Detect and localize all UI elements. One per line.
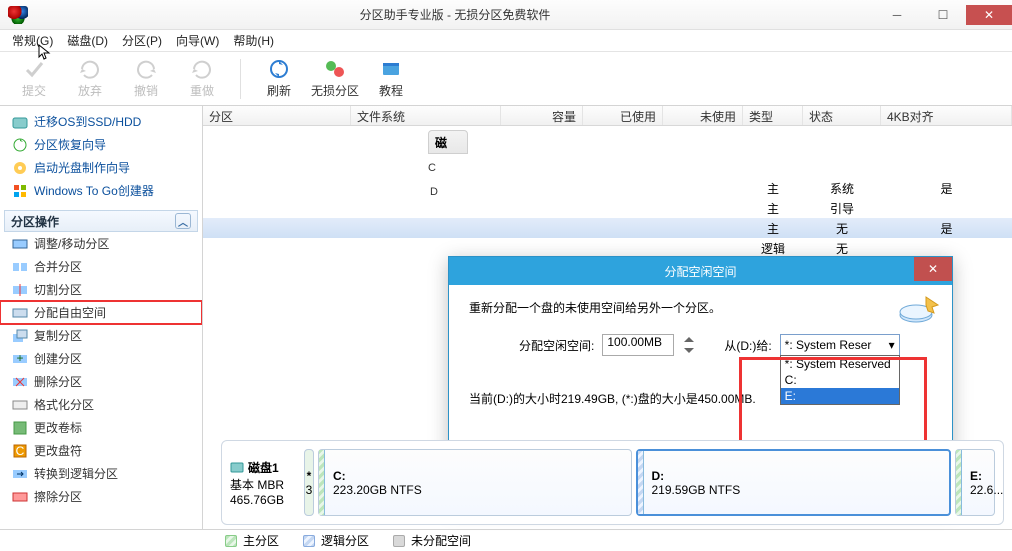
- table-row[interactable]: 主系统是: [203, 178, 1012, 198]
- partition-c[interactable]: C:223.20GB NTFS: [318, 449, 632, 516]
- allocate-icon: [12, 305, 28, 321]
- col-capacity[interactable]: 容量: [501, 106, 583, 125]
- table-header: 分区 文件系统 容量 已使用 未使用 类型 状态 4KB对齐: [203, 106, 1012, 126]
- menubar: 常规(G) 磁盘(D) 分区(P) 向导(W) 帮助(H): [0, 30, 1012, 52]
- disk-info[interactable]: 磁盘1 基本 MBR 465.76GB: [230, 449, 300, 516]
- maximize-button[interactable]: ☐: [920, 5, 966, 25]
- col-partition[interactable]: 分区: [203, 106, 351, 125]
- format-icon: [12, 397, 28, 413]
- label-from: 从(D:)给:: [724, 337, 771, 354]
- legend-primary: 主分区: [225, 532, 279, 549]
- space-input[interactable]: 100.00MB: [602, 334, 674, 356]
- legend-logical: 逻辑分区: [303, 532, 369, 549]
- windows-icon: [12, 183, 28, 199]
- delete-icon: [12, 374, 28, 390]
- menu-help[interactable]: 帮助(H): [227, 30, 280, 51]
- disc-icon: [12, 160, 28, 176]
- partition-e[interactable]: E:22.6...: [955, 449, 995, 516]
- dialog-close-button[interactable]: ✕: [914, 257, 952, 281]
- col-unused[interactable]: 未使用: [663, 106, 743, 125]
- menu-partition[interactable]: 分区(P): [116, 30, 168, 51]
- toolbar: 提交 放弃 撤销 重做 刷新 无损分区 教程: [0, 52, 1012, 106]
- op-merge[interactable]: 合并分区: [0, 255, 202, 278]
- wizard-recover[interactable]: 分区恢复向导: [0, 133, 202, 156]
- disk-icon: [12, 114, 28, 130]
- op-allocate-free[interactable]: 分配自由空间: [0, 301, 202, 324]
- op-delete[interactable]: 删除分区: [0, 370, 202, 393]
- col-filesystem[interactable]: 文件系统: [351, 106, 501, 125]
- resize-button[interactable]: 无损分区: [307, 54, 363, 104]
- label-icon: [12, 420, 28, 436]
- op-resize-move[interactable]: 调整/移动分区: [0, 232, 202, 255]
- table-row[interactable]: 主无是: [203, 218, 1012, 238]
- app-icon: [8, 6, 28, 24]
- refresh-button[interactable]: 刷新: [251, 54, 307, 104]
- dialog-intro: 重新分配一个盘的未使用空间给另外一个分区。: [469, 299, 932, 316]
- wizard-bootdisc[interactable]: 启动光盘制作向导: [0, 156, 202, 179]
- ops-panel-header[interactable]: 分区操作 ︿: [4, 210, 198, 232]
- recover-icon: [12, 137, 28, 153]
- op-copy[interactable]: 复制分区: [0, 324, 202, 347]
- partition-d[interactable]: D:219.59GB NTFS: [636, 449, 952, 516]
- convert-icon: [12, 466, 28, 482]
- tutorial-button[interactable]: 教程: [363, 54, 419, 104]
- reserved-partition[interactable]: *3: [304, 449, 314, 516]
- create-icon: +: [12, 351, 28, 367]
- discard-button[interactable]: 放弃: [62, 54, 118, 104]
- op-tological[interactable]: 转换到逻辑分区: [0, 462, 202, 485]
- col-align[interactable]: 4KB对齐: [881, 106, 1012, 125]
- resize-icon: [12, 236, 28, 252]
- redo-button[interactable]: 重做: [174, 54, 230, 104]
- op-format[interactable]: 格式化分区: [0, 393, 202, 416]
- sidebar: 迁移OS到SSD/HDD 分区恢复向导 启动光盘制作向导 Windows To …: [0, 106, 203, 529]
- wizard-wintogo[interactable]: Windows To Go创建器: [0, 179, 202, 202]
- highlight-box: [739, 357, 927, 453]
- chevron-down-icon: ▾: [889, 338, 895, 352]
- copy-icon: [12, 328, 28, 344]
- app-title: 分区助手专业版 - 无损分区免费软件: [36, 6, 874, 23]
- spinner-icon[interactable]: [682, 334, 696, 356]
- svg-text:+: +: [16, 351, 23, 365]
- op-create[interactable]: +创建分区: [0, 347, 202, 370]
- table-row[interactable]: 逻辑无: [203, 238, 1012, 258]
- close-button[interactable]: ✕: [966, 5, 1012, 25]
- wipe-icon: [12, 489, 28, 505]
- content: 分区 文件系统 容量 已使用 未使用 类型 状态 4KB对齐 磁 C D 主系统…: [203, 106, 1012, 529]
- hdd-icon: [230, 460, 244, 474]
- commit-button[interactable]: 提交: [6, 54, 62, 104]
- dialog-disk-icon: [896, 291, 940, 327]
- op-label[interactable]: 更改卷标: [0, 416, 202, 439]
- dialog-title: 分配空闲空间 ✕: [449, 257, 952, 285]
- minimize-button[interactable]: ─: [874, 5, 920, 25]
- op-split[interactable]: 切割分区: [0, 278, 202, 301]
- col-status[interactable]: 状态: [803, 106, 881, 125]
- letter-icon: C: [12, 443, 28, 459]
- legend-unalloc: 未分配空间: [393, 532, 471, 549]
- menu-wizard[interactable]: 向导(W): [170, 30, 225, 51]
- wizard-migrate-os[interactable]: 迁移OS到SSD/HDD: [0, 110, 202, 133]
- menu-disk[interactable]: 磁盘(D): [61, 30, 114, 51]
- op-wipe[interactable]: 擦除分区: [0, 485, 202, 508]
- table-row[interactable]: 主引导: [203, 198, 1012, 218]
- split-icon: [12, 282, 28, 298]
- titlebar: 分区助手专业版 - 无损分区免费软件 ─ ☐ ✕: [0, 0, 1012, 30]
- legend: 主分区 逻辑分区 未分配空间: [0, 529, 1012, 551]
- chevron-up-icon: ︿: [175, 213, 191, 229]
- svg-text:C: C: [16, 444, 25, 458]
- undo-button[interactable]: 撤销: [118, 54, 174, 104]
- cursor-icon: [38, 44, 54, 60]
- col-used[interactable]: 已使用: [583, 106, 663, 125]
- col-type[interactable]: 类型: [743, 106, 803, 125]
- label-space: 分配空闲空间:: [519, 337, 594, 354]
- target-select[interactable]: *: System Reser ▾: [780, 334, 900, 356]
- merge-icon: [12, 259, 28, 275]
- op-letter[interactable]: C更改盘符: [0, 439, 202, 462]
- disk-map: 磁盘1 基本 MBR 465.76GB *3 C:223.20GB NTFS D…: [221, 440, 1004, 525]
